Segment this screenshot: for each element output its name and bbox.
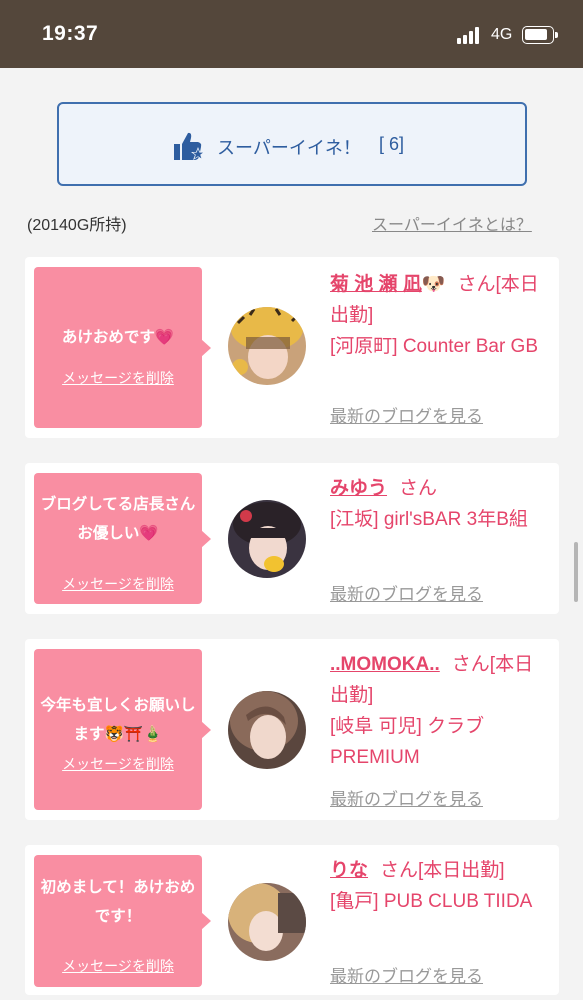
- message-text: ブログしてる店長さんお優しい💗: [40, 496, 196, 542]
- blog-link[interactable]: 最新のブログを見る: [330, 580, 483, 605]
- avatar[interactable]: [228, 307, 306, 385]
- status-time: 19:37: [42, 22, 99, 45]
- delete-message-link[interactable]: メッセージを削除: [34, 574, 202, 594]
- cast-name[interactable]: 菊 池 瀬 凪: [330, 274, 422, 295]
- signal-icon: [457, 27, 483, 44]
- message-bubble: あけおめです💗 メッセージを削除: [34, 267, 211, 428]
- blog-link[interactable]: 最新のブログを見る: [330, 962, 483, 987]
- message-bubble: 今年も宜しくお願いします🐯⛩️🎍 メッセージを削除: [34, 649, 211, 810]
- network-label: 4G: [491, 26, 513, 43]
- status-bar: 19:37 4G: [0, 0, 583, 68]
- delete-message-link[interactable]: メッセージを削除: [34, 754, 202, 774]
- message-bubble: ブログしてる店長さんお優しい💗 メッセージを削除: [34, 473, 211, 604]
- blog-link[interactable]: 最新のブログを見る: [330, 402, 483, 427]
- message-card: あけおめです💗 メッセージを削除 菊 池 瀬 凪🐶 さん[本日出勤] [河原町] …: [25, 257, 559, 438]
- delete-message-link[interactable]: メッセージを削除: [34, 368, 202, 388]
- cast-info: りな さん[本日出勤] [亀戸] PUB CLUB TIIDA: [330, 860, 533, 912]
- cast-name[interactable]: みゆう: [330, 478, 387, 499]
- shop-name: [岐阜 可児] クラブPREMIUM: [330, 716, 485, 768]
- message-card: 今年も宜しくお願いします🐯⛩️🎍 メッセージを削除 ..MOMOKA.. さん[本…: [25, 639, 559, 820]
- message-text: 今年も宜しくお願いします🐯⛩️🎍: [40, 697, 196, 743]
- message-card: ブログしてる店長さんお優しい💗 メッセージを削除 みゆう さん [江坂] girl…: [25, 463, 559, 614]
- message-card: 初めまして！あけおめです！ メッセージを削除 りな さん[本日出勤] [亀戸] P…: [25, 845, 559, 995]
- cast-info: 菊 池 瀬 凪🐶 さん[本日出勤] [河原町] Counter Bar GB: [330, 274, 539, 357]
- cast-name[interactable]: ..MOMOKA..: [330, 654, 440, 675]
- blog-link[interactable]: 最新のブログを見る: [330, 785, 483, 810]
- cast-info: ..MOMOKA.. さん[本日出勤] [岐阜 可児] クラブPREMIUM: [330, 654, 534, 768]
- cast-info: みゆう さん [江坂] girl'sBAR 3年B組: [330, 478, 528, 530]
- super-iine-button[interactable]: スーパーイイネ！ [ 6]: [57, 102, 527, 186]
- cast-name-emoji: 🐶: [421, 274, 446, 295]
- cast-name[interactable]: りな: [330, 860, 368, 881]
- shift-status: [本日出勤]: [418, 860, 505, 881]
- shop-name: [亀戸] PUB CLUB TIIDA: [330, 891, 533, 912]
- gold-balance: (20140G所持): [27, 217, 127, 234]
- shop-name: [河原町] Counter Bar GB: [330, 336, 539, 357]
- battery-icon: [522, 26, 558, 44]
- message-text: あけおめです💗: [61, 329, 175, 346]
- super-iine-label: スーパーイイネ！: [217, 138, 361, 158]
- message-text: 初めまして！あけおめです！: [40, 879, 196, 925]
- avatar[interactable]: [228, 500, 306, 578]
- avatar[interactable]: [228, 883, 306, 961]
- what-is-super-iine-link[interactable]: スーパーイイネとは？: [372, 211, 532, 235]
- thumbs-up-star-icon: [174, 132, 205, 160]
- delete-message-link[interactable]: メッセージを削除: [34, 956, 202, 976]
- message-bubble: 初めまして！あけおめです！ メッセージを削除: [34, 855, 211, 987]
- shop-name: [江坂] girl'sBAR 3年B組: [330, 509, 528, 530]
- super-iine-count: [ 6]: [379, 134, 405, 154]
- avatar[interactable]: [228, 691, 306, 769]
- scrollbar[interactable]: [574, 542, 578, 602]
